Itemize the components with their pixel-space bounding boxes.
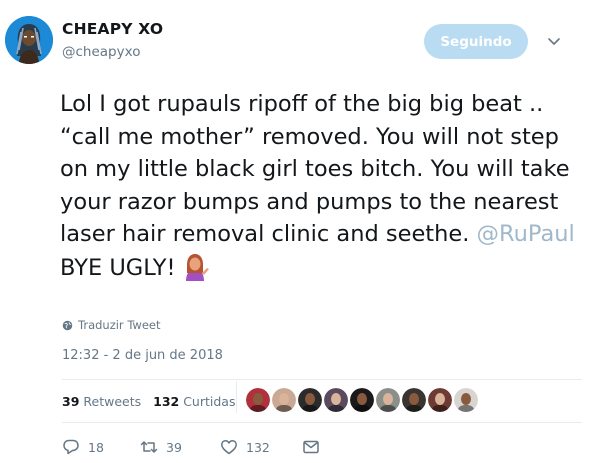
likes-stat[interactable]: 132 Curtidas — [153, 394, 235, 409]
liker-avatar[interactable] — [272, 388, 296, 412]
tweet-card: CHEAPY XO @cheapyxo Seguindo Lol I got r… — [0, 0, 594, 463]
reply-count: 18 — [88, 439, 104, 455]
retweets-label: Retweets — [83, 394, 142, 409]
likes-label: Curtidas — [183, 394, 236, 409]
retweet-count: 39 — [166, 439, 182, 455]
timestamp[interactable]: 12:32 - 2 de jun de 2018 — [62, 348, 223, 363]
liker-avatar[interactable] — [298, 388, 322, 412]
liker-avatar[interactable] — [376, 388, 400, 412]
like-button[interactable]: 132 — [220, 438, 270, 456]
liker-avatars — [246, 388, 478, 412]
globe-icon — [62, 320, 73, 330]
likes-count: 132 — [153, 394, 180, 409]
following-button[interactable]: Seguindo — [424, 24, 528, 59]
reply-button[interactable]: 18 — [62, 438, 104, 456]
like-count: 132 — [246, 439, 270, 455]
chevron-down-icon[interactable] — [546, 34, 562, 50]
mention-link[interactable]: @RuPaul — [477, 221, 575, 247]
liker-avatar[interactable] — [454, 388, 478, 412]
liker-avatar[interactable] — [350, 388, 374, 412]
liker-avatar[interactable] — [428, 388, 452, 412]
liker-avatar[interactable] — [402, 388, 426, 412]
person-tipping-hand-icon — [185, 253, 209, 281]
liker-avatar[interactable] — [246, 388, 270, 412]
divider — [62, 422, 582, 423]
tweet-stats: 39 Retweets 132 Curtidas — [62, 394, 235, 409]
tweet-text: Lol I got rupauls ripoff of the big big … — [60, 88, 590, 284]
display-name[interactable]: CHEAPY XO — [62, 20, 163, 38]
translate-link[interactable]: Traduzir Tweet — [62, 318, 161, 332]
retweets-stat[interactable]: 39 Retweets — [62, 394, 141, 409]
heart-icon — [221, 439, 237, 455]
translate-label: Traduzir Tweet — [78, 318, 161, 332]
divider — [62, 379, 582, 380]
retweet-button[interactable]: 39 — [140, 438, 182, 456]
liker-avatar[interactable] — [324, 388, 348, 412]
retweet-icon — [140, 441, 158, 453]
envelope-icon — [303, 440, 319, 454]
reply-icon — [63, 439, 79, 455]
stats-separator — [236, 381, 237, 413]
retweets-count: 39 — [62, 394, 80, 409]
user-handle[interactable]: @cheapyxo — [62, 44, 140, 60]
direct-message-button[interactable] — [302, 438, 320, 456]
avatar[interactable] — [5, 16, 53, 64]
